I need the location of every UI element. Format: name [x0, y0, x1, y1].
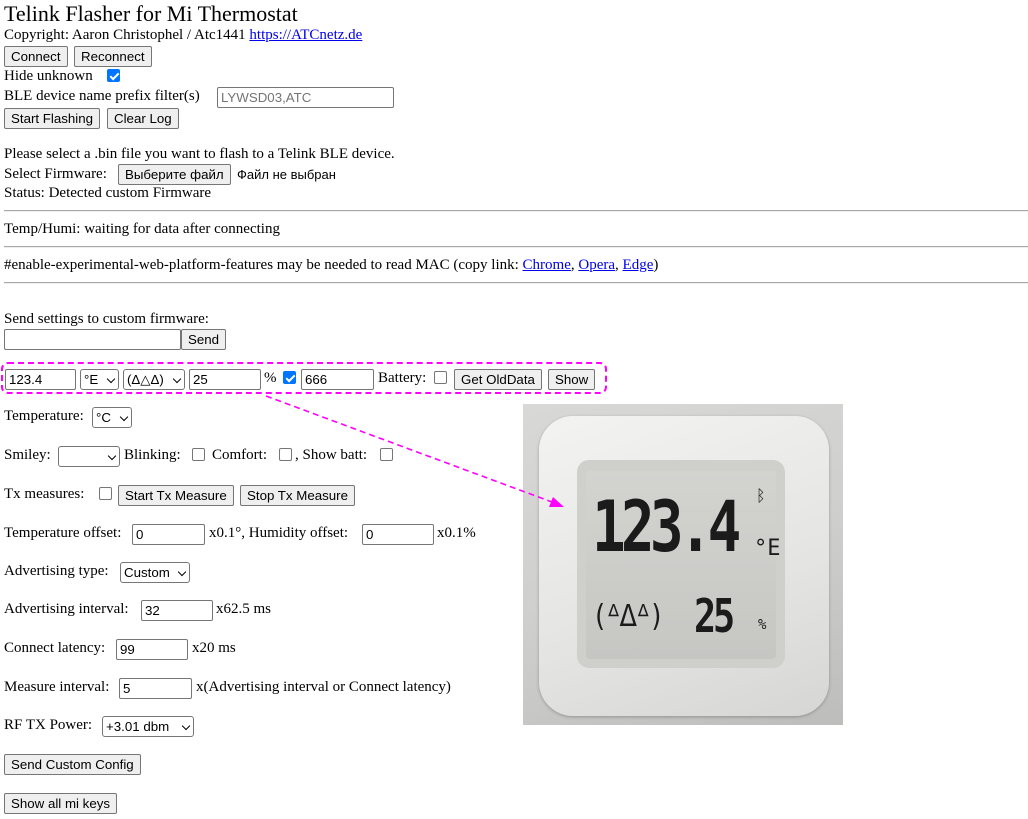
copyright-line: Copyright: Aaron Christophel / Atc1441 h…: [4, 27, 362, 44]
percent-checkbox[interactable]: [283, 371, 296, 384]
temp-humi-status: Temp/Humi: waiting for data after connec…: [4, 221, 280, 237]
smiley-select[interactable]: (Δ△Δ): [123, 369, 185, 390]
temp-offset-input[interactable]: 0: [132, 524, 205, 545]
show-all-mi-keys-button[interactable]: Show all mi keys: [4, 793, 118, 814]
connect-latency-unit: x20 ms: [192, 640, 236, 656]
select-firmware-label: Select Firmware:: [4, 166, 107, 182]
chevron-down-icon: [181, 721, 191, 731]
rf-power-select[interactable]: +3.01 dbm: [102, 716, 194, 737]
battery-label: Battery:: [378, 370, 427, 386]
temperature-unit-value: °C: [96, 410, 111, 425]
adv-type-value: Custom: [124, 565, 170, 580]
stop-tx-measure-button[interactable]: Stop Tx Measure: [240, 485, 356, 506]
show-button[interactable]: Show: [548, 369, 596, 390]
mac-note: #enable-experimental-web-platform-featur…: [4, 257, 658, 274]
measure-interval-input[interactable]: 5: [119, 678, 192, 699]
smiley-select-value: (Δ△Δ): [127, 372, 164, 387]
prefix-filter-input[interactable]: LYWSD03,ATC: [217, 87, 394, 108]
blinking-checkbox[interactable]: [192, 448, 205, 461]
hide-unknown-checkbox[interactable]: [107, 69, 120, 82]
get-olddata-button[interactable]: Get OldData: [454, 369, 542, 390]
divider: [4, 210, 1028, 212]
smiley-label: Smiley:: [4, 447, 51, 463]
mac-note-suffix: ): [653, 257, 659, 273]
flash-instruction: Please select a .bin file you want to fl…: [4, 146, 395, 162]
rf-power-value: +3.01 dbm: [106, 719, 170, 734]
temperature-value-input[interactable]: 123.4: [5, 369, 76, 390]
battery-checkbox[interactable]: [434, 371, 447, 384]
send-button[interactable]: Send: [181, 329, 227, 350]
measure-interval-label: Measure interval:: [4, 679, 110, 695]
reconnect-button[interactable]: Reconnect: [74, 46, 152, 67]
prefix-filter-label: BLE device name prefix filter(s): [4, 88, 200, 104]
connect-latency-label: Connect latency:: [4, 640, 106, 656]
page-title: Telink Flasher for Mi Thermostat: [4, 1, 298, 26]
temperature-unit-select[interactable]: °C: [92, 407, 132, 428]
lcd-humidity: 25: [694, 589, 735, 643]
send-settings-label: Send settings to custom firmware:: [4, 311, 209, 327]
adv-type-select[interactable]: Custom: [120, 562, 190, 583]
lcd-smiley: (ᐞᐃᐞ): [592, 599, 664, 634]
humidity-value-input[interactable]: 25: [189, 369, 261, 390]
unit-select-value: °E: [84, 372, 99, 387]
start-tx-measure-button[interactable]: Start Tx Measure: [118, 485, 234, 506]
thermometer-device: 123.4 ᛒ °E (ᐞᐃᐞ) 25 %: [539, 416, 829, 716]
humidity-offset-unit: x0.1%: [437, 525, 476, 541]
divider: [4, 282, 1028, 284]
no-file-text: Файл не выбран: [237, 167, 336, 182]
adv-interval-unit: x62.5 ms: [216, 601, 272, 617]
smiley-settings-select[interactable]: [58, 446, 120, 467]
send-custom-config-button[interactable]: Send Custom Config: [4, 754, 141, 775]
show-batt-label: , Show batt:: [295, 447, 368, 463]
start-flashing-button[interactable]: Start Flashing: [4, 108, 101, 129]
unit-select[interactable]: °E: [80, 369, 119, 390]
connect-latency-input[interactable]: 99: [116, 639, 188, 660]
opera-link[interactable]: Opera: [578, 257, 615, 273]
send-settings-input[interactable]: [4, 329, 181, 350]
chevron-down-icon: [107, 451, 117, 461]
chevron-down-icon: [172, 374, 182, 384]
percent-label: %: [264, 370, 277, 386]
comfort-checkbox[interactable]: [279, 448, 292, 461]
tx-measures-label: Tx measures:: [4, 486, 85, 502]
chrome-link[interactable]: Chrome: [523, 257, 571, 273]
comfort-label: Comfort:: [212, 447, 267, 463]
thermometer-photo: 123.4 ᛒ °E (ᐞᐃᐞ) 25 %: [523, 404, 843, 725]
measure-interval-unit: x(Advertising interval or Connect latenc…: [196, 679, 451, 695]
rf-power-label: RF TX Power:: [4, 717, 93, 733]
temp-offset-unit: x0.1°, Humidity offset:: [209, 525, 349, 541]
divider: [4, 246, 1028, 248]
chevron-down-icon: [177, 567, 187, 577]
temp-offset-label: Temperature offset:: [4, 525, 122, 541]
lcd-unit: °E: [754, 536, 781, 561]
humidity-offset-input[interactable]: 0: [362, 524, 434, 545]
lcd-percent: %: [758, 617, 767, 633]
tx-measures-checkbox[interactable]: [99, 487, 112, 500]
edge-link[interactable]: Edge: [623, 257, 654, 273]
separator: ,: [615, 257, 623, 273]
temperature-label: Temperature:: [4, 408, 84, 424]
hide-unknown-label: Hide unknown: [4, 68, 93, 84]
status-text: Status: Detected custom Firmware: [4, 185, 212, 201]
adv-interval-input[interactable]: 32: [141, 600, 213, 621]
lcd-screen: 123.4 ᛒ °E (ᐞᐃᐞ) 25 %: [586, 471, 781, 659]
choose-file-button[interactable]: Выберите файл: [118, 164, 231, 185]
chevron-down-icon: [119, 412, 129, 422]
adv-interval-label: Advertising interval:: [4, 601, 129, 617]
adv-type-label: Advertising type:: [4, 563, 109, 579]
blinking-label: Blinking:: [124, 447, 181, 463]
mac-note-text: #enable-experimental-web-platform-featur…: [4, 257, 523, 273]
lcd-temperature: 123.4: [592, 486, 741, 568]
battery-value-input[interactable]: 666: [301, 369, 374, 390]
chevron-down-icon: [106, 374, 116, 384]
lcd-bezel: 123.4 ᛒ °E (ᐞᐃᐞ) 25 %: [577, 460, 785, 668]
copyright-text: Copyright: Aaron Christophel / Atc1441: [4, 27, 250, 43]
connect-button[interactable]: Connect: [4, 46, 68, 67]
clear-log-button[interactable]: Clear Log: [107, 108, 179, 129]
bluetooth-icon: ᛒ: [756, 486, 766, 505]
show-batt-checkbox[interactable]: [380, 448, 393, 461]
atcnetz-link[interactable]: https://ATCnetz.de: [249, 27, 362, 43]
